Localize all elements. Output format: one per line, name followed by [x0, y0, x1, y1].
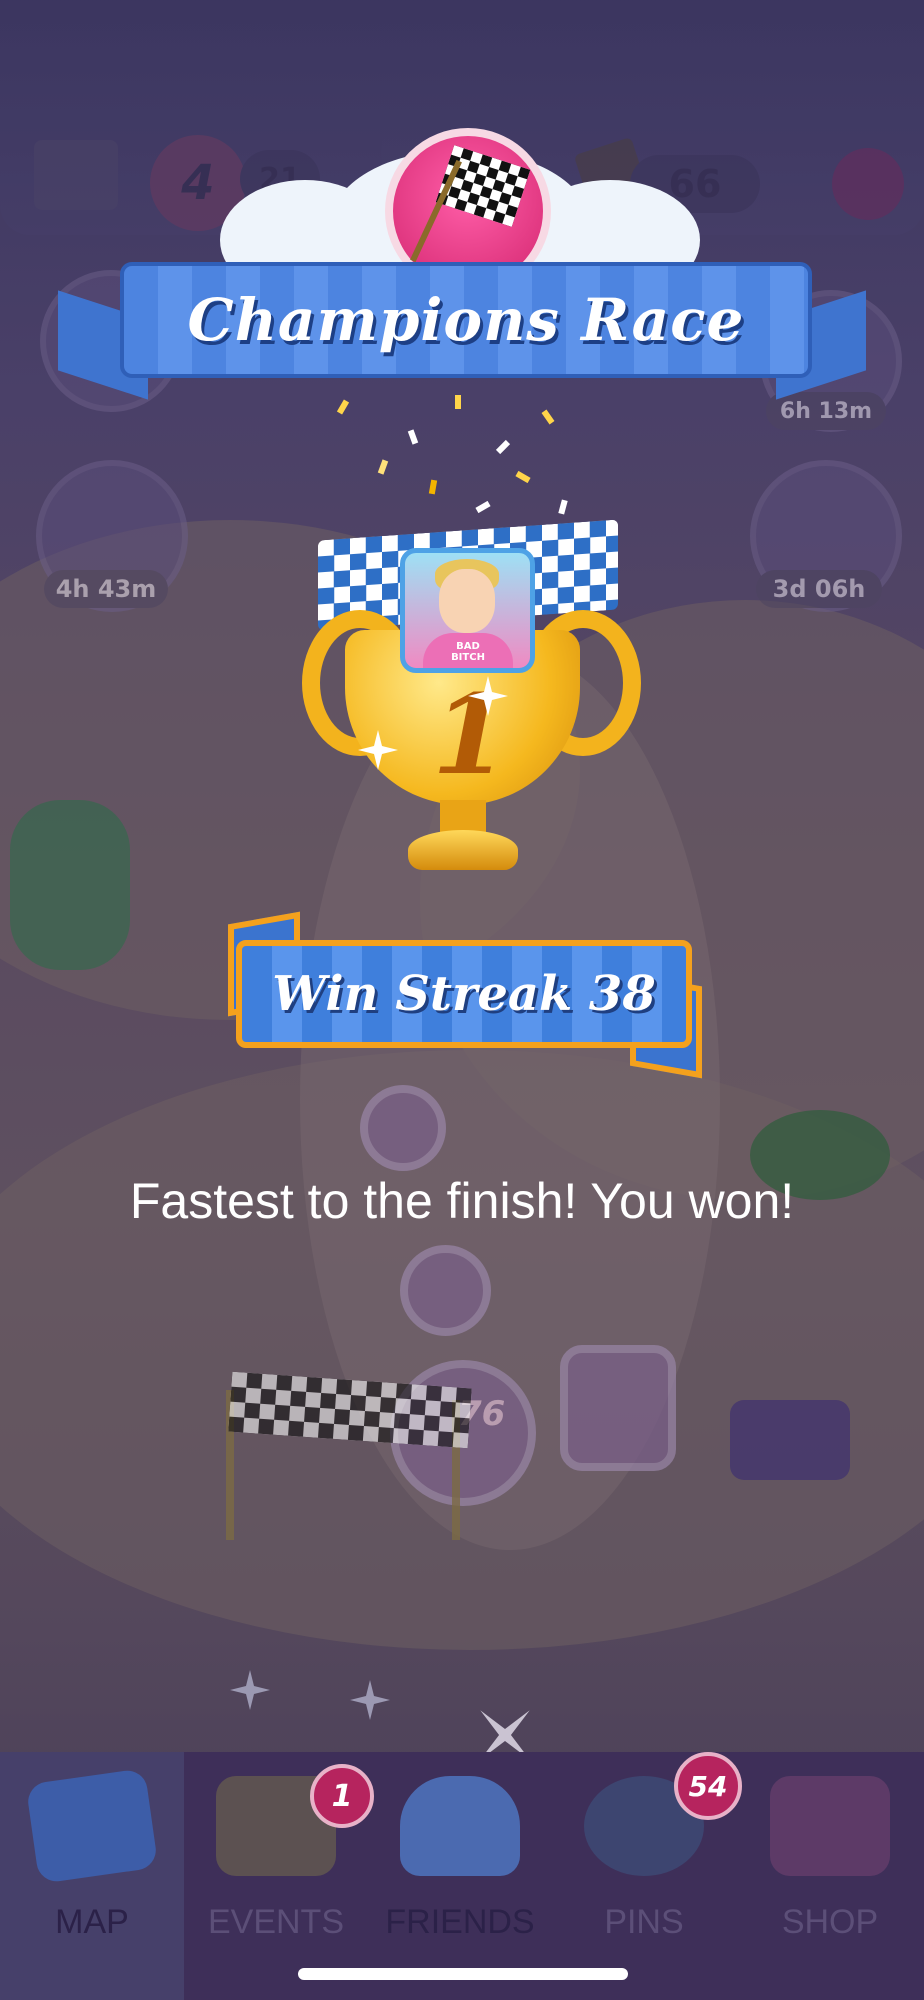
- map-character-marker[interactable]: [560, 1345, 676, 1471]
- pins-badge: 54: [674, 1752, 742, 1820]
- left-event-timer-text: 4h 43m: [55, 575, 157, 603]
- nav-events-label: EVENTS: [207, 1903, 345, 1941]
- left-event-timer: 4h 43m: [44, 570, 168, 608]
- nav-friends-label: FRIENDS: [385, 1903, 535, 1941]
- nav-pins-label: PINS: [604, 1903, 684, 1941]
- camera-decoration: [730, 1400, 850, 1480]
- home-indicator[interactable]: [298, 1968, 628, 1980]
- trophy-base: [408, 830, 518, 870]
- events-badge-count: 1: [331, 1778, 353, 1814]
- win-streak-ribbon: Win Streak 38: [236, 940, 692, 1048]
- title-ribbon: Champions Race: [120, 262, 812, 378]
- settings-gear-icon[interactable]: [832, 148, 904, 220]
- result-message: Fastest to the finish! You won!: [129, 1173, 795, 1229]
- popup-title: Champions Race: [187, 286, 745, 354]
- lives-count: 4: [181, 155, 215, 211]
- pins-badge-count: 54: [688, 1769, 728, 1803]
- nav-map[interactable]: MAP: [0, 1752, 184, 2000]
- right-top-event-timer: 6h 13m: [766, 392, 886, 430]
- nav-map-label: MAP: [55, 1903, 129, 1941]
- nav-events[interactable]: 1 EVENTS: [184, 1752, 374, 2000]
- player-avatar: BAD BITCH: [400, 548, 535, 673]
- events-badge: 1: [310, 1764, 374, 1828]
- nav-pins[interactable]: 54 PINS: [552, 1752, 742, 2000]
- cactus-decoration: [10, 800, 130, 970]
- nav-friends[interactable]: FRIENDS: [368, 1752, 552, 2000]
- avatar-shirt-text: BAD BITCH: [451, 641, 485, 663]
- map-icon: [25, 1768, 159, 1884]
- right-event-timer: 3d 06h: [756, 570, 882, 608]
- nav-shop[interactable]: SHOP: [736, 1752, 924, 2000]
- bottom-nav: MAP 1 EVENTS FRIENDS 54 PINS SHOP: [0, 1752, 924, 2000]
- confetti: [455, 395, 461, 409]
- map-level-node[interactable]: [360, 1085, 446, 1171]
- shop-stall-icon: [770, 1776, 890, 1876]
- map-level-node[interactable]: [400, 1245, 491, 1336]
- right-event-timer-text: 3d 06h: [772, 575, 866, 603]
- right-top-event-timer-text: 6h 13m: [779, 398, 873, 424]
- win-streak-label: Win Streak 38: [272, 966, 656, 1022]
- nav-shop-label: SHOP: [781, 1903, 879, 1941]
- mail-icon[interactable]: [34, 140, 118, 210]
- friends-icon: [400, 1776, 520, 1876]
